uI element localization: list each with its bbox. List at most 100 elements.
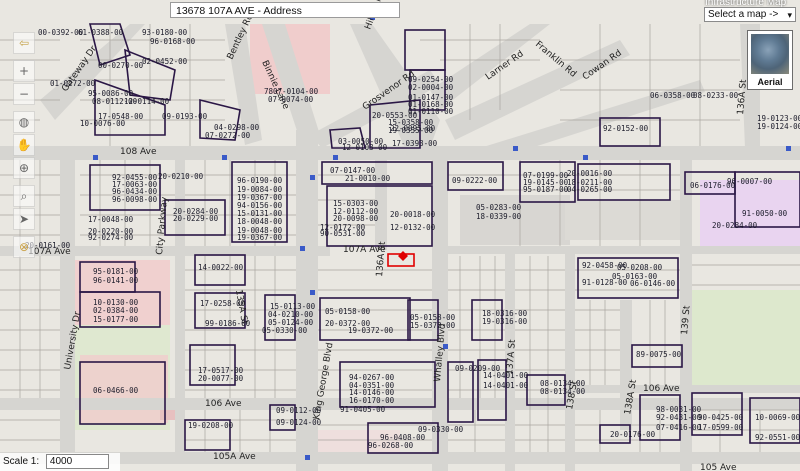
- parcel-id-label: 10-0076-00: [80, 119, 126, 128]
- zoom-out-icon[interactable]: −: [13, 83, 35, 105]
- parcel-id-label: 05-0208-00: [617, 263, 663, 272]
- parcel-id-label: 02-0004-00: [408, 83, 454, 92]
- parcel-id-label: 92-0274-00: [88, 233, 134, 242]
- parcel-id-label: 96-0190-00: [237, 176, 283, 185]
- parcel-id-label: 20-0018-00: [390, 210, 436, 219]
- parcel-id-label: 16-0170-00: [349, 396, 395, 405]
- scale-input[interactable]: 4000: [45, 453, 109, 469]
- parcel-id-label: 01-0110-00: [408, 107, 454, 116]
- parcel-id-label: 05-0283-00: [476, 203, 522, 212]
- scale-control: Scale 1: 4000: [0, 453, 120, 471]
- parcel-id-label: 61-0388-00: [78, 28, 124, 37]
- street-label: 105A Ave: [213, 452, 256, 462]
- parcel-id-label: 90-0531-00: [320, 229, 366, 238]
- parcel-id-label: 17-0393-00: [392, 139, 438, 148]
- parcel-id-label: 20-0284-00: [712, 221, 758, 230]
- scale-label: Scale 1:: [3, 456, 40, 467]
- parcel-id-label: 18-0048-00: [237, 217, 283, 226]
- aerial-label: Aerial: [757, 77, 783, 87]
- parcel-id-label: 05-0330-00: [262, 326, 308, 335]
- parcel-id-label: 02-0452-00: [142, 57, 188, 66]
- zoom-in-icon[interactable]: +: [13, 60, 35, 82]
- parcel-id-label: 10-0069-00: [755, 413, 800, 422]
- parcel-id-label: 95-0187-00: [523, 185, 569, 194]
- clear-icon[interactable]: ⊗: [13, 236, 35, 258]
- zoom-area-icon[interactable]: ⊕: [13, 157, 35, 179]
- parcel-id-label: 14-0401-00: [483, 381, 529, 390]
- street-label: 108 Ave: [120, 147, 157, 157]
- parcel-id-label: 04-0265-00: [567, 185, 613, 194]
- parcel-id-label: 02-0384-00: [93, 306, 139, 315]
- parcel-id-label: 19-0316-00: [482, 317, 528, 326]
- parcel-id-label: 19-0124-00: [757, 122, 800, 131]
- parcel-id-label: 14-0401-00: [483, 371, 529, 380]
- parcel-id-label: 96-0098-00: [112, 195, 158, 204]
- parcel-id-label: 92-0551-00: [755, 433, 800, 442]
- parcel-id-label: 19-0372-00: [348, 326, 394, 335]
- parcel-id-label: 08-0233-00: [693, 91, 739, 100]
- map-selector-dropdown[interactable]: Select a map -> ▾: [704, 7, 796, 22]
- search-icon[interactable]: ⌕: [13, 185, 35, 207]
- parcel-id-label: 15-0177-00: [93, 315, 139, 324]
- parcel-id-label: 96-0141-00: [93, 276, 139, 285]
- street-label: 106 Ave: [643, 384, 680, 394]
- parcel-id-label: 99-0186-00: [205, 319, 251, 328]
- parcel-id-label: 96-0268-00: [368, 441, 414, 450]
- address-search-field[interactable]: 13678 107A AVE - Address: [170, 2, 400, 18]
- parcel-id-label: 20-0098-00: [333, 214, 379, 223]
- parcel-id-label: 90-0425-00: [698, 413, 744, 422]
- parcel-id-label: 96-0007-00: [727, 177, 773, 186]
- parcel-id-label: 17-0599-00: [698, 423, 744, 432]
- parcel-id-label: 96-0168-00: [150, 37, 196, 46]
- parcel-id-label: 20-0077-00: [198, 374, 244, 383]
- parcel-id-label: 14-0022-00: [198, 263, 244, 272]
- street-label: 106 Ave: [205, 399, 242, 409]
- globe-icon[interactable]: ◍: [13, 111, 35, 133]
- parcel-id-label: 09-0330-00: [418, 425, 464, 434]
- parcel-id-label: 07-0416-00: [656, 423, 702, 432]
- parcel-id-label: 01-0272-00: [50, 79, 96, 88]
- pan-left-icon[interactable]: ⇦: [13, 32, 35, 54]
- hand-pan-icon[interactable]: ✋: [13, 134, 35, 156]
- locate-arrow-icon[interactable]: ➤: [13, 208, 35, 230]
- chevron-down-icon: ▾: [787, 10, 792, 20]
- parcel-id-label: 08-0134-00: [540, 387, 586, 396]
- parcel-id-label: 20-0210-00: [158, 172, 204, 181]
- parcel-id-label: 12-0103-00: [342, 143, 388, 152]
- parcel-id-label: 18-0339-00: [476, 212, 522, 221]
- parcel-id-label: 19-0367-00: [237, 233, 283, 242]
- parcel-id-label: 17-0258-00: [200, 299, 246, 308]
- parcel-id-label: 92-0431-00: [656, 413, 702, 422]
- parcel-id-label: 06-0466-00: [93, 386, 139, 395]
- parcel-id-label: 93-0180-00: [142, 28, 188, 37]
- map-toolbar: ⇦ + − ◍ ✋ ⊕ ⌕ ➤ ⊗: [13, 32, 35, 259]
- parcel-id-label: 07-0272-00: [205, 131, 251, 140]
- top-bar: 13678 107A AVE - Address Infrastructure …: [0, 0, 800, 22]
- parcel-id-label: 91-0405-00: [340, 405, 386, 414]
- parcel-id-label: 07-0074-00: [268, 95, 314, 104]
- parcel-id-label: 19-0208-00: [188, 421, 234, 430]
- parcel-id-label: 12-0114-00: [124, 97, 170, 106]
- street-label: 105 Ave: [700, 463, 737, 471]
- parcel-id-label: 09-0124-00: [276, 418, 322, 427]
- parcel-id-label: 89-0075-00: [636, 350, 682, 359]
- parcel-id-label: 22-0095-00: [390, 124, 436, 133]
- parcel-id-label: 20-0176-00: [610, 430, 656, 439]
- map-selector-label: Select a map ->: [708, 9, 779, 20]
- parcel-id-label: 09-0112-00: [276, 406, 322, 415]
- parcel-id-label: 06-0146-00: [630, 279, 676, 288]
- parcel-id-label: 09-0222-00: [452, 176, 498, 185]
- aerial-toggle[interactable]: Aerial: [747, 30, 793, 90]
- parcel-id-label: 12-0132-00: [390, 223, 436, 232]
- parcel-id-label: 95-0181-00: [93, 267, 139, 276]
- aerial-thumbnail: [751, 34, 789, 74]
- parcel-id-label: 00-0270-00: [98, 61, 144, 70]
- parcel-id-label: 21-0010-00: [345, 174, 391, 183]
- parcel-id-label: 91-0128-00: [582, 278, 628, 287]
- parcel-id-label: 15-0372-00: [410, 321, 456, 330]
- parcel-id-label: 20-0229-00: [173, 214, 219, 223]
- parcel-map[interactable]: 108 Ave 107A Ave 107A Ave 106 Ave 106 Av…: [0, 0, 800, 471]
- parcel-id-label: 06-0358-00: [650, 91, 696, 100]
- parcel-id-label: 05-0158-00: [325, 307, 371, 316]
- parcel-id-label: 00-0392-00: [38, 28, 84, 37]
